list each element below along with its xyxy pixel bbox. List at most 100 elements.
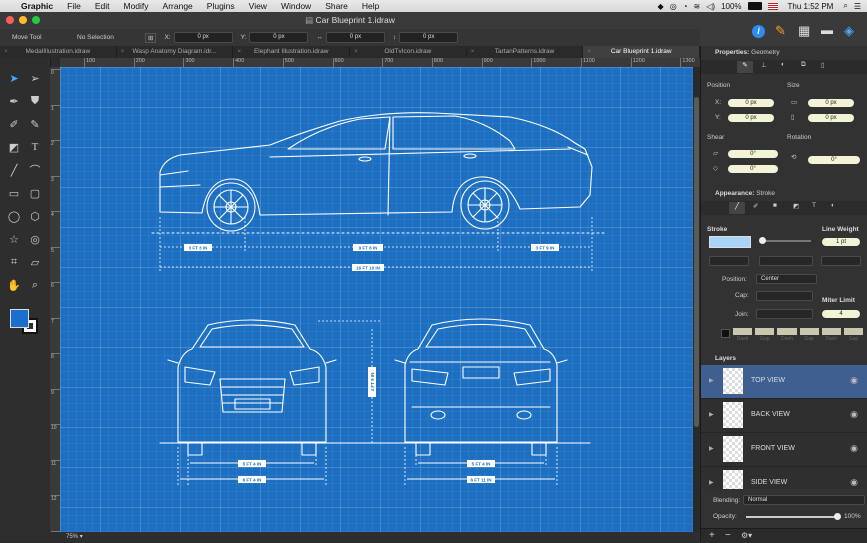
shape-tab-icon[interactable]: ◐ xyxy=(781,61,785,68)
document-tab-icon[interactable]: ▯ xyxy=(821,61,825,69)
drawing-canvas[interactable]: 3 FT 3 IN 9 FT 8 IN 3 FT 9 IN 16 FT 10 I… xyxy=(60,67,693,532)
brush-tab-icon[interactable]: ✐ xyxy=(753,202,758,210)
layer-side-view[interactable]: ▶ SIDE VIEW ◉ xyxy=(701,467,867,489)
notification-center-icon[interactable]: ☰ xyxy=(854,2,861,11)
shadow-tab-icon[interactable]: ◐ xyxy=(831,202,835,209)
gap-field-1[interactable]: Gap xyxy=(755,328,775,342)
tab-medal[interactable]: × MedalIllustration.idraw xyxy=(0,46,117,58)
tab-car-blueprint[interactable]: × Car Blueprint 1.idraw xyxy=(583,46,701,58)
tab-tartan[interactable]: × TartanPatterns.idraw xyxy=(467,46,584,58)
disclosure-icon[interactable]: ▶ xyxy=(709,411,714,418)
eraser-tab-icon[interactable]: ◩ xyxy=(793,202,799,210)
spotlight-icon[interactable]: ⌕ xyxy=(843,1,847,11)
dash-checkbox[interactable] xyxy=(721,329,730,338)
spiral-icon[interactable]: ◎ xyxy=(26,230,44,248)
menu-arrange[interactable]: Arrange xyxy=(156,1,200,11)
direct-select-icon[interactable]: ➢ xyxy=(26,69,44,87)
line-end-select[interactable] xyxy=(821,256,861,266)
eye-icon[interactable]: ◉ xyxy=(850,443,858,454)
ruler-pencil-icon[interactable]: ✎ xyxy=(775,23,786,39)
add-layer-icon[interactable]: + xyxy=(709,530,715,541)
cap-options[interactable] xyxy=(756,291,813,301)
eye-icon[interactable]: ◉ xyxy=(850,409,858,420)
close-tab-icon[interactable]: × xyxy=(237,46,241,58)
disclosure-icon[interactable]: ▶ xyxy=(709,479,714,486)
pen-icon[interactable]: ✒ xyxy=(5,92,23,110)
crop-icon[interactable]: ⌗ xyxy=(5,253,23,271)
menu-help[interactable]: Help xyxy=(355,1,386,11)
app-menu[interactable]: Graphic xyxy=(14,1,60,11)
rectangle-icon[interactable]: ▭ xyxy=(5,184,23,202)
gap-field-3[interactable]: Gap xyxy=(843,328,864,342)
line-icon[interactable]: ╱ xyxy=(5,161,23,179)
line-start-select[interactable] xyxy=(709,256,749,266)
zoom-level[interactable]: 75% ▾ xyxy=(66,533,83,540)
battery-percent[interactable]: 100% xyxy=(721,2,741,11)
shear-2-field[interactable]: 0° xyxy=(728,165,778,173)
layers-stack-icon[interactable]: ◈ xyxy=(844,23,854,39)
disclosure-icon[interactable]: ▶ xyxy=(709,445,714,452)
menu-edit[interactable]: Edit xyxy=(88,1,117,11)
opacity-slider[interactable] xyxy=(746,513,841,520)
zoom-icon[interactable]: ⌕ xyxy=(26,276,44,294)
fill-tab-icon[interactable]: ■ xyxy=(773,202,777,209)
paint-roller-icon[interactable]: ▬ xyxy=(821,23,833,37)
rotation-field[interactable]: 0° xyxy=(808,156,860,164)
volume-icon[interactable]: ◁) xyxy=(706,2,715,11)
close-tab-icon[interactable]: × xyxy=(354,46,358,58)
layer-top-view[interactable]: ▶ TOP VIEW ◉ xyxy=(701,365,867,399)
eraser-icon[interactable]: ◩ xyxy=(5,138,23,156)
info-icon[interactable]: i xyxy=(752,25,765,38)
line-dash-select[interactable] xyxy=(759,256,813,266)
menu-modify[interactable]: Modify xyxy=(116,1,155,11)
close-tab-icon[interactable]: × xyxy=(471,46,475,58)
layer-options-icon[interactable]: ⚙▾ xyxy=(741,531,752,540)
stroke-tab-icon[interactable]: ╱ xyxy=(729,202,745,214)
menu-window[interactable]: Window xyxy=(274,1,318,11)
size-w-field[interactable]: 0 px xyxy=(808,99,854,107)
height-field[interactable]: 0 px xyxy=(399,32,459,43)
arc-icon[interactable]: ⌒ xyxy=(26,161,44,179)
size-h-field[interactable]: 0 px xyxy=(808,114,854,122)
miter-field[interactable]: 4 xyxy=(822,310,860,318)
sync-icon[interactable]: ◔ xyxy=(683,2,688,11)
star-icon[interactable]: ☆ xyxy=(5,230,23,248)
hand-icon[interactable]: ✋ xyxy=(5,276,23,294)
boolean-tab-icon[interactable]: ⧉ xyxy=(801,61,806,69)
dash-field-2[interactable]: Dash xyxy=(777,328,797,342)
text-tab-icon[interactable]: T xyxy=(812,202,816,209)
width-field[interactable]: 0 px xyxy=(325,32,385,43)
close-tab-icon[interactable]: × xyxy=(587,46,591,58)
ellipse-icon[interactable]: ◯ xyxy=(5,207,23,225)
creative-cloud-icon[interactable]: ◎ xyxy=(670,2,677,11)
layer-back-view[interactable]: ▶ BACK VIEW ◉ xyxy=(701,399,867,433)
remove-layer-icon[interactable]: − xyxy=(725,530,731,541)
pos-y-field[interactable]: 0 px xyxy=(728,114,774,122)
battery-icon[interactable] xyxy=(747,2,762,10)
line-weight-slider[interactable] xyxy=(759,237,811,244)
align-icon[interactable]: ⊞ xyxy=(145,32,157,43)
menu-plugins[interactable]: Plugins xyxy=(200,1,242,11)
y-field[interactable]: 0 px xyxy=(249,32,309,43)
flag-icon[interactable] xyxy=(767,2,778,10)
disclosure-icon[interactable]: ▶ xyxy=(709,377,714,384)
styles-grid-icon[interactable]: ▦ xyxy=(798,23,810,39)
fill-icon[interactable]: ⛊ xyxy=(26,92,44,110)
scroll-thumb[interactable] xyxy=(694,97,699,427)
text-icon[interactable]: T xyxy=(26,138,44,156)
join-options[interactable] xyxy=(756,309,813,319)
polygon-icon[interactable]: ⬡ xyxy=(26,207,44,225)
eye-icon[interactable]: ◉ xyxy=(850,375,858,386)
pen-tab-icon[interactable]: ✎ xyxy=(737,61,753,73)
layer-front-view[interactable]: ▶ FRONT VIEW ◉ xyxy=(701,433,867,467)
tab-elephant[interactable]: × Elephant Illustration.idraw xyxy=(233,46,351,58)
select-arrow-icon[interactable]: ➤ xyxy=(5,69,23,87)
blending-select[interactable]: Normal xyxy=(743,495,865,505)
dropbox-icon[interactable]: ◆ xyxy=(658,2,664,11)
tab-wasp[interactable]: × Wasp Anatomy Diagram.idr... xyxy=(117,46,234,58)
menu-file[interactable]: File xyxy=(60,1,88,11)
rounded-rect-icon[interactable]: ▢ xyxy=(26,184,44,202)
x-field[interactable]: 0 px xyxy=(173,32,233,43)
tab-oldtv[interactable]: × OldTvIcon.idraw xyxy=(350,46,467,58)
skew-icon[interactable]: ▱ xyxy=(26,253,44,271)
